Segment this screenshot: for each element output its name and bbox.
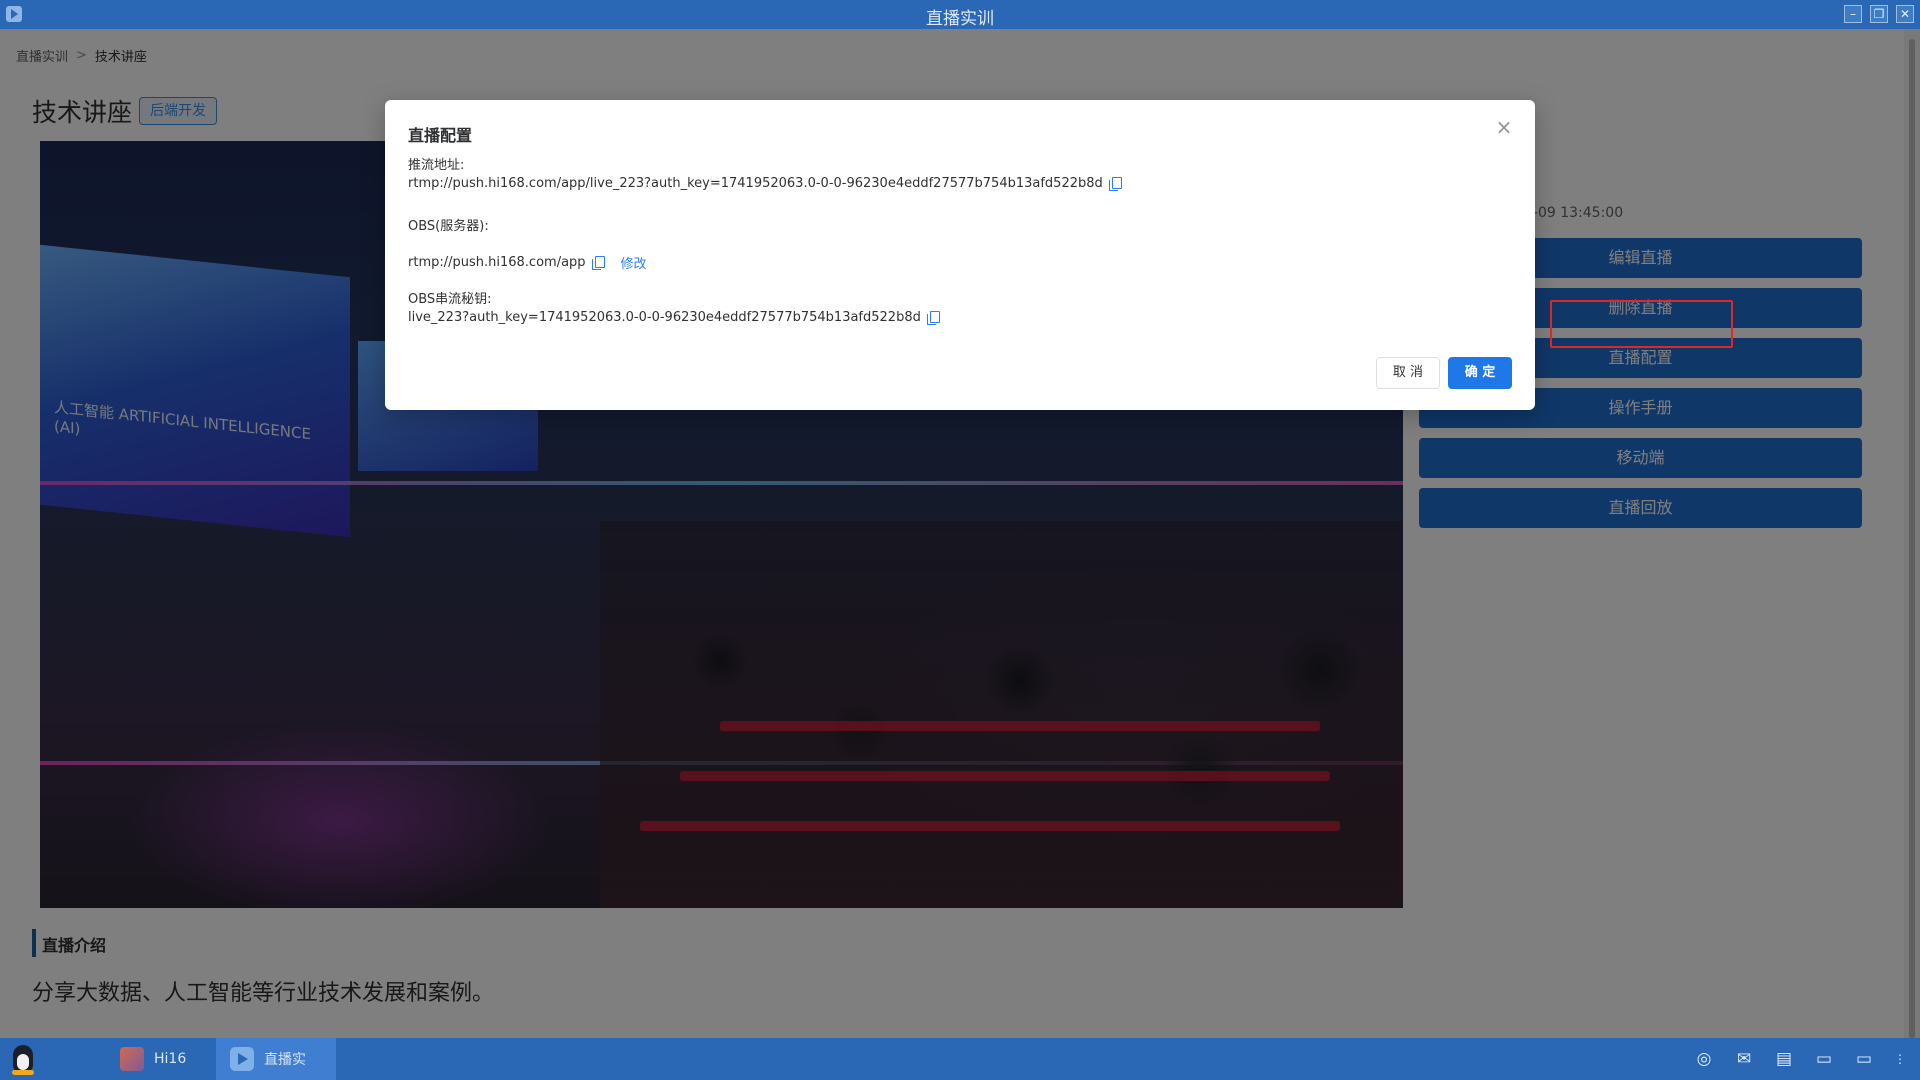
- obs-key-label: OBS串流秘钥:: [408, 292, 492, 307]
- obs-key-row: live_223?auth_key=1741952063.0-0-0-96230…: [408, 310, 940, 325]
- display-icon[interactable]: ▭: [1854, 1049, 1874, 1069]
- minimize-button[interactable]: –: [1844, 5, 1862, 23]
- document-icon[interactable]: ▤: [1774, 1049, 1794, 1069]
- confirm-button[interactable]: 确 定: [1448, 357, 1512, 389]
- obs-key-value: live_223?auth_key=1741952063.0-0-0-96230…: [408, 310, 921, 325]
- copy-icon[interactable]: [591, 256, 605, 270]
- push-url-row: rtmp://push.hi168.com/app/live_223?auth_…: [408, 176, 1122, 191]
- wechat-icon[interactable]: ✉: [1734, 1049, 1754, 1069]
- hotspot-icon[interactable]: ◎: [1694, 1049, 1714, 1069]
- window-title: 直播实训: [926, 9, 994, 29]
- taskbar: Hi16 直播实 ◎ ✉ ▤ ▭ ▭ ⋮: [0, 1038, 1920, 1080]
- cancel-button[interactable]: 取 消: [1376, 357, 1440, 389]
- taskbar-item-live[interactable]: 直播实: [216, 1038, 336, 1080]
- taskbar-item-label: 直播实: [264, 1052, 306, 1068]
- taskbar-item-label: Hi16: [154, 1051, 187, 1067]
- push-url-value: rtmp://push.hi168.com/app/live_223?auth_…: [408, 176, 1103, 191]
- close-window-button[interactable]: ✕: [1896, 5, 1914, 23]
- obs-server-row: rtmp://push.hi168.com/app 修改: [408, 253, 647, 272]
- highlight-annotation-box: [1550, 300, 1733, 348]
- more-icon[interactable]: ⋮: [1890, 1049, 1910, 1069]
- copy-icon[interactable]: [926, 311, 940, 325]
- push-url-label: 推流地址:: [408, 158, 465, 173]
- live-app-icon: [230, 1047, 254, 1071]
- window-titlebar: 直播实训 – ❐ ✕: [0, 0, 1920, 29]
- dialog-title: 直播配置: [408, 126, 473, 145]
- start-penguin-icon[interactable]: [6, 1042, 40, 1076]
- close-icon[interactable]: ×: [1495, 117, 1513, 137]
- maximize-button[interactable]: ❐: [1870, 5, 1888, 23]
- copy-icon[interactable]: [1108, 177, 1122, 191]
- hi16-app-icon: [120, 1047, 144, 1071]
- edit-link[interactable]: 修改: [621, 253, 647, 272]
- obs-server-label: OBS(服务器):: [408, 219, 489, 234]
- obs-server-value: rtmp://push.hi168.com/app: [408, 255, 586, 270]
- taskbar-item-hi16[interactable]: Hi16: [106, 1038, 216, 1080]
- live-config-dialog: 直播配置 × 推流地址: rtmp://push.hi168.com/app/l…: [385, 100, 1535, 410]
- chat-icon[interactable]: ▭: [1814, 1049, 1834, 1069]
